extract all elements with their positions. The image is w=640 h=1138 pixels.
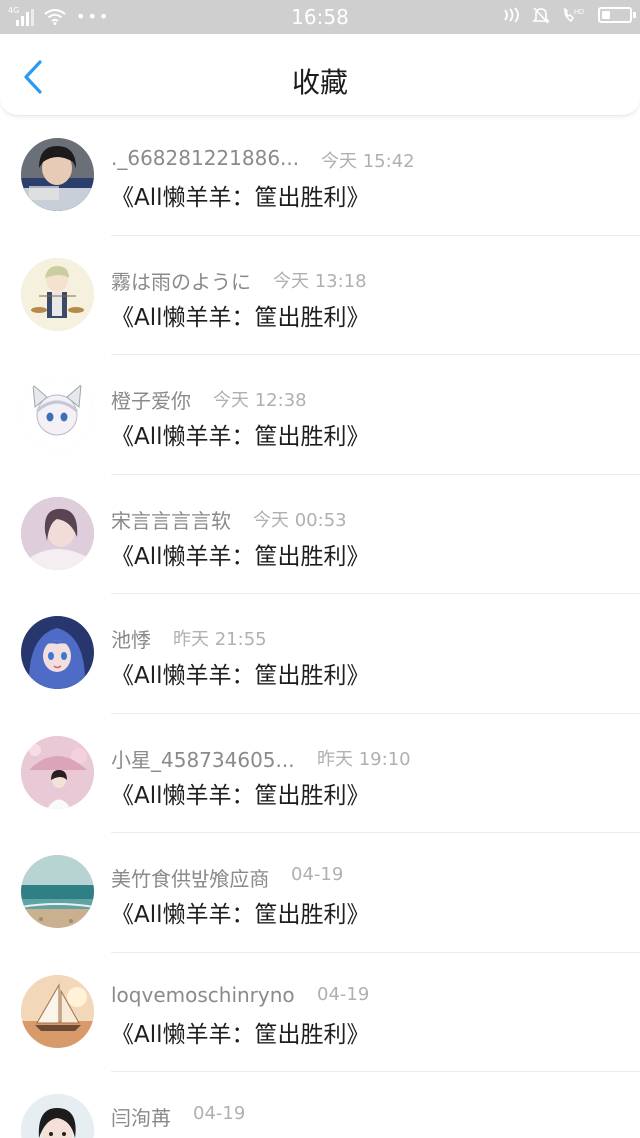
avatar[interactable] — [21, 138, 94, 211]
item-work-title[interactable]: 《All懒羊羊：筐出胜利》 — [111, 537, 370, 571]
nfc-icon — [504, 7, 519, 23]
item-username: 小星_458734605... — [111, 747, 295, 772]
avatar[interactable] — [21, 496, 94, 570]
item-timestamp: 昨天 21:55 — [173, 629, 267, 650]
item-username: 闫洵苒 — [111, 1106, 171, 1130]
list-item[interactable]: loqvemoschinryno 04-19 《All懒羊羊：筐出胜利》 — [0, 953, 640, 1072]
nav-header: 收藏 — [0, 34, 640, 116]
mute-bell-icon — [532, 7, 550, 24]
item-timestamp: 04-19 — [317, 983, 370, 1005]
item-timestamp: 昨天 19:10 — [317, 748, 411, 770]
item-timestamp: 04-19 — [193, 1103, 246, 1124]
list-item[interactable]: 闫洵苒 04-19 《All懒羊羊：筐出胜利》 — [0, 1072, 640, 1138]
avatar[interactable] — [21, 855, 94, 928]
item-work-title[interactable]: 《All懒羊羊：筐出胜利》 — [111, 178, 370, 212]
list-item[interactable]: 美竹食供밮飧应商 04-19 《All懒羊羊：筐出胜利》 — [0, 833, 640, 953]
page-title: 收藏 — [291, 66, 348, 99]
item-username: ._668281221886... — [111, 146, 300, 170]
avatar[interactable] — [21, 616, 94, 689]
item-username: 霧は雨のように — [111, 269, 251, 294]
item-username: 橙子爱你 — [111, 389, 191, 413]
avatar[interactable] — [21, 257, 94, 331]
item-timestamp: 今天 00:53 — [253, 509, 347, 531]
item-work-title[interactable]: 《All懒羊羊：筐出胜利》 — [111, 656, 370, 690]
favorites-list: ._668281221886... 今天 15:42 《All懒羊羊：筐出胜利》 霧… — [0, 116, 640, 1138]
avatar[interactable] — [21, 735, 94, 809]
battery-icon — [598, 7, 636, 23]
item-username: loqvemoschinryno — [111, 982, 295, 1007]
svg-text:HD: HD — [574, 9, 584, 16]
status-right: HD — [502, 6, 636, 24]
item-timestamp: 今天 15:42 — [321, 151, 415, 172]
item-work-title[interactable]: 《All懒羊羊：筐出胜利》 — [111, 1015, 370, 1049]
item-username: 美竹食供밮飧应商 — [111, 867, 270, 891]
item-work-title[interactable]: 《All懒羊羊：筐出胜利》 — [111, 776, 370, 810]
list-item[interactable]: 霧は雨のように 今天 13:18 《All懒羊羊：筐出胜利》 — [0, 236, 640, 355]
item-timestamp: 今天 12:38 — [213, 390, 307, 411]
item-username: 池悸 — [111, 628, 151, 652]
avatar[interactable] — [21, 377, 94, 450]
item-work-title[interactable]: 《All懒羊羊：筐出胜利》 — [111, 895, 370, 929]
item-username: 宋言言言言软 — [111, 508, 231, 533]
hd-call-icon: HD — [564, 7, 584, 23]
item-timestamp: 04-19 — [291, 864, 344, 885]
item-timestamp: 今天 13:18 — [273, 270, 367, 292]
list-item[interactable]: 橙子爱你 今天 12:38 《All懒羊羊：筐出胜利》 — [0, 355, 640, 475]
list-item[interactable]: 小星_458734605... 昨天 19:10 《All懒羊羊：筐出胜利》 — [0, 714, 640, 833]
list-item[interactable]: 宋言言言言软 今天 00:53 《All懒羊羊：筐出胜利》 — [0, 475, 640, 594]
avatar[interactable] — [21, 1094, 94, 1138]
status-bar: 4G ••• 16:58 HD — [0, 0, 640, 34]
list-item[interactable]: 池悸 昨天 21:55 《All懒羊羊：筐出胜利》 — [0, 594, 640, 714]
item-work-title[interactable]: 《All懒羊羊：筐出胜利》 — [111, 1134, 370, 1138]
avatar[interactable] — [21, 974, 94, 1048]
list-item[interactable]: ._668281221886... 今天 15:42 《All懒羊羊：筐出胜利》 — [0, 116, 640, 236]
item-work-title[interactable]: 《All懒羊羊：筐出胜利》 — [111, 298, 370, 332]
item-work-title[interactable]: 《All懒羊羊：筐出胜利》 — [111, 417, 370, 451]
